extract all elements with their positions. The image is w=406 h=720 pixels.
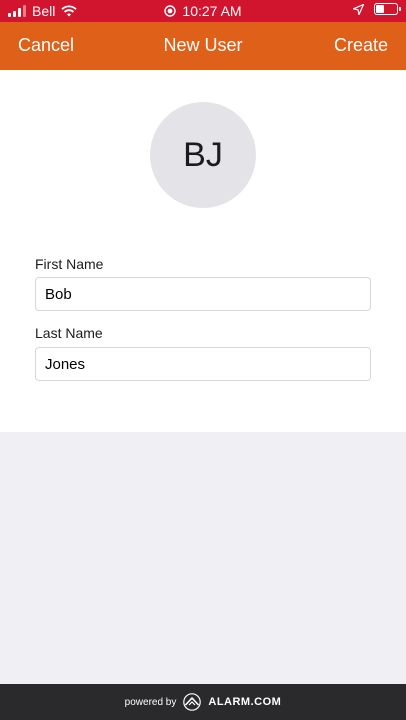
status-bar: Bell 10:27 AM bbox=[0, 0, 406, 22]
battery-icon bbox=[374, 3, 401, 15]
powered-by-text: powered by bbox=[124, 696, 177, 708]
first-name-label: First Name bbox=[35, 256, 104, 272]
avatar-initials: BJ bbox=[183, 135, 223, 174]
brand-name: ALARM.COM bbox=[208, 696, 282, 708]
first-name-field[interactable] bbox=[35, 277, 371, 311]
avatar[interactable]: BJ bbox=[150, 102, 256, 208]
last-name-label: Last Name bbox=[35, 325, 103, 341]
status-center: 10:27 AM bbox=[0, 3, 406, 19]
navigation-bar: Cancel New User Create bbox=[0, 22, 406, 70]
new-user-form: BJ First Name Last Name bbox=[0, 70, 406, 432]
location-arrow-icon bbox=[353, 3, 364, 15]
footer: powered by ALARM.COM bbox=[0, 684, 406, 720]
status-right bbox=[353, 3, 401, 15]
last-name-field[interactable] bbox=[35, 347, 371, 381]
screen-recording-icon bbox=[164, 5, 177, 17]
status-time: 10:27 AM bbox=[182, 3, 242, 19]
alarm-com-logo-icon bbox=[183, 693, 202, 711]
create-button[interactable]: Create bbox=[334, 35, 388, 56]
